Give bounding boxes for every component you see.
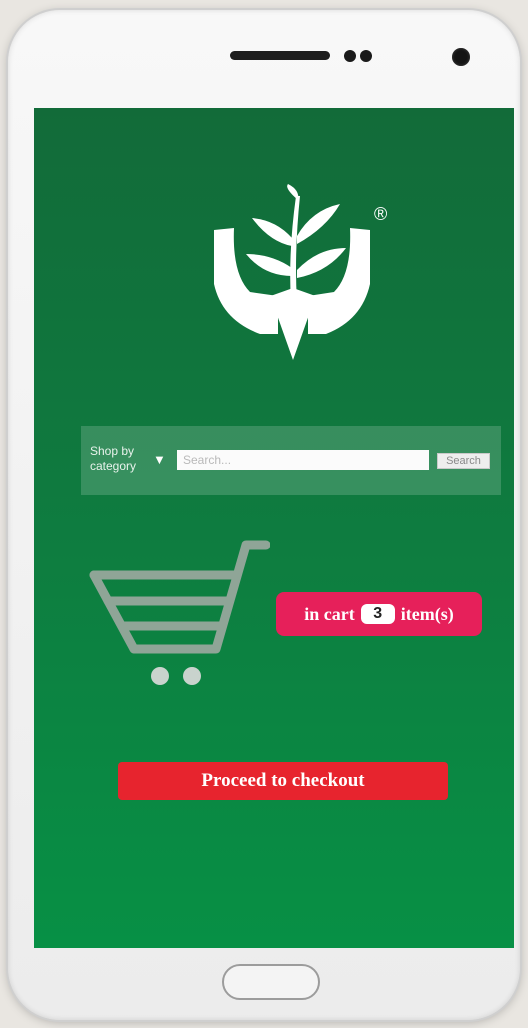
light-sensor <box>360 50 372 62</box>
shop-by-category-dropdown[interactable]: Shop by category ▼ <box>90 444 172 474</box>
cart-wheel-right <box>183 667 201 685</box>
registered-mark: ® <box>374 204 387 224</box>
logo-right-hand <box>308 228 370 334</box>
logo-leaf-left-upper <box>252 218 292 246</box>
earpiece-speaker <box>230 51 330 60</box>
logo-leaf-right-lower <box>297 248 346 278</box>
logo-left-hand <box>214 228 278 334</box>
home-button[interactable] <box>222 964 320 1000</box>
logo-leaf-left-lower <box>246 254 292 276</box>
cart-wheel-left <box>151 667 169 685</box>
logo-leaf-top <box>287 184 299 200</box>
triangle-down-icon: ▼ <box>153 452 166 467</box>
search-bar: Shop by category ▼ Search <box>81 426 501 495</box>
shopping-cart-icon <box>89 540 270 685</box>
search-button[interactable]: Search <box>437 453 490 469</box>
cart-suffix-text: item(s) <box>400 604 454 624</box>
leaf-in-hands-logo: ® <box>214 184 387 360</box>
cart-basket-side <box>89 570 139 654</box>
proximity-sensor <box>344 50 356 62</box>
cart-status-badge[interactable]: in cart 3 item(s) <box>276 592 482 636</box>
app-screen: ® Shop by category ▼ Search in cart3item… <box>34 108 514 948</box>
shop-by-category-label: Shop by category <box>90 444 137 473</box>
proceed-to-checkout-button[interactable]: Proceed to checkout <box>118 762 448 800</box>
search-input[interactable] <box>177 450 429 470</box>
cart-item-count: 3 <box>360 603 395 624</box>
cart-prefix-text: in cart <box>304 604 355 624</box>
logo-leaf-right-upper <box>297 204 340 244</box>
phone-frame: ® Shop by category ▼ Search in cart3item… <box>8 10 520 1020</box>
front-camera <box>452 48 470 66</box>
logo-stem <box>290 196 300 302</box>
